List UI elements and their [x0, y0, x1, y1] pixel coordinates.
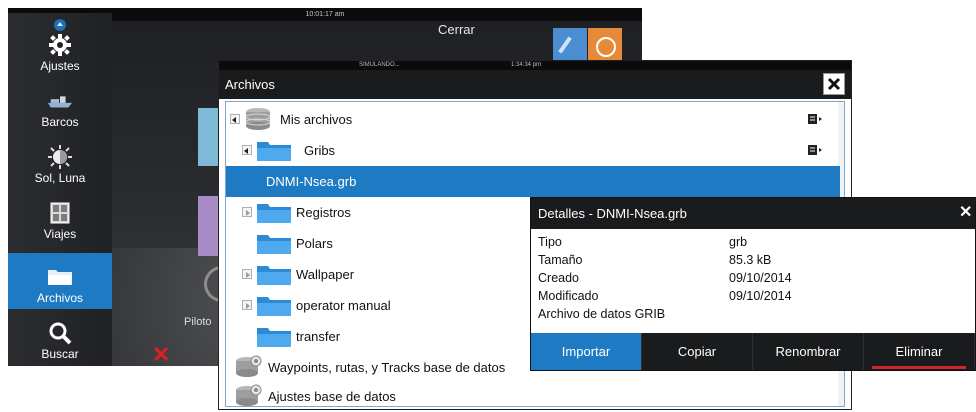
tree-row-mis-archivos[interactable]: Mis archivos	[226, 104, 840, 135]
tree-row-label: Registros	[296, 205, 351, 220]
sidebar-item-label: Ajustes	[40, 59, 80, 73]
sidebar-item-buscar[interactable]: Buscar	[8, 309, 112, 365]
folder-icon	[47, 265, 73, 289]
gear-icon	[47, 33, 73, 57]
sidebar-item-label: Sol, Luna	[34, 171, 86, 185]
close-button[interactable]	[823, 73, 845, 95]
tree-row-label: Waypoints, rutas, y Tracks base de datos	[268, 360, 506, 375]
detail-label-modificado: Modificado	[538, 289, 599, 303]
simulation-status: SIMULANDO...	[359, 62, 400, 68]
trips-icon	[47, 201, 73, 225]
boats-icon	[47, 89, 73, 113]
tree-row-label: Polars	[296, 236, 333, 251]
status-clock: 1:34:34 pm	[511, 62, 542, 68]
tree-row-label: Wallpaper	[296, 267, 355, 282]
sidebar-item-label: Archivos	[36, 291, 83, 305]
copy-button[interactable]: Copiar	[642, 333, 753, 370]
details-popup: Detalles - DNMI-Nsea.grb ✕ Tipo grb Tama…	[530, 197, 976, 371]
delete-button[interactable]: Eliminar	[864, 333, 975, 370]
detail-value-modificado: 09/10/2014	[729, 289, 792, 303]
sidebar-item-viajes[interactable]: Viajes	[8, 189, 112, 245]
sidebar-item-ajustes[interactable]: Ajustes	[8, 21, 112, 77]
detail-value-creado: 09/10/2014	[729, 271, 792, 285]
sidebar-item-barcos[interactable]: Barcos	[8, 77, 112, 133]
detail-value-tamano: 85.3 kB	[729, 253, 772, 267]
folder-icon	[257, 297, 291, 316]
tree-row-label: Mis archivos	[280, 112, 353, 127]
folder-icon	[257, 328, 291, 347]
folder-icon	[257, 266, 291, 285]
background-app-tiles	[553, 28, 623, 64]
sidebar-item-label: Buscar	[41, 347, 79, 361]
sidebar-item-label: Barcos	[41, 115, 79, 129]
folder-icon	[257, 142, 291, 161]
tree-row-label: transfer	[296, 329, 341, 344]
close-icon[interactable]: ✕	[959, 204, 975, 222]
search-icon	[47, 321, 73, 345]
tree-row-label: DNMI-Nsea.grb	[266, 174, 357, 189]
collapse-arrow-icon[interactable]	[242, 145, 252, 155]
tree-row-label: Gribs	[304, 143, 336, 158]
detail-label-tamano: Tamaño	[538, 253, 583, 267]
context-menu-icon[interactable]	[808, 144, 822, 156]
expand-arrow-icon[interactable]	[242, 269, 252, 279]
expand-arrow-icon[interactable]	[242, 300, 252, 310]
autopilot-label: Piloto	[184, 316, 212, 328]
detail-value-tipo: grb	[729, 235, 748, 249]
app-tile-icon[interactable]	[588, 28, 622, 64]
import-button[interactable]: Importar	[531, 333, 642, 370]
tree-row-label: operator manual	[296, 298, 391, 313]
detail-label-creado: Creado	[538, 271, 579, 285]
background-close-button[interactable]: Cerrar	[438, 22, 475, 37]
sidebar-item-sol-luna[interactable]: Sol, Luna	[8, 133, 112, 189]
database-gear-icon	[236, 355, 262, 377]
detail-label-tipo: Tipo	[538, 235, 562, 249]
sidebar-item-archivos[interactable]: Archivos	[8, 253, 112, 309]
rename-button[interactable]: Renombrar	[753, 333, 864, 370]
app-tile-icon[interactable]	[553, 28, 587, 64]
sidebar: Ajustes Barcos Sol, Luna Viajes Archivos…	[8, 13, 112, 366]
tree-row-dnmi-nsea-grb[interactable]: DNMI-Nsea.grb	[226, 166, 840, 197]
folder-icon	[257, 204, 291, 223]
context-menu-icon[interactable]	[808, 113, 822, 125]
disconnected-x-icon: ✕	[152, 342, 171, 366]
tree-row-settings-db[interactable]: Ajustes base de datos	[226, 381, 840, 412]
sun-moon-icon	[47, 145, 73, 169]
database-icon	[245, 108, 271, 130]
folder-icon	[257, 235, 291, 254]
tree-row-gribs[interactable]: Gribs	[226, 135, 840, 166]
tree-row-label: Ajustes base de datos	[268, 389, 396, 404]
details-title: Detalles - DNMI-Nsea.grb	[531, 198, 975, 229]
collapse-arrow-icon[interactable]	[230, 114, 240, 124]
dialog-title: Archivos	[219, 70, 851, 99]
close-icon	[827, 77, 841, 91]
details-button-bar: Importar Copiar Renombrar Eliminar	[531, 333, 975, 370]
status-bar: SIMULANDO... 1:34:34 pm	[219, 61, 851, 70]
detail-file-description: Archivo de datos GRIB	[538, 307, 666, 321]
sidebar-item-label: Viajes	[43, 227, 77, 241]
database-gear-icon	[236, 384, 262, 406]
expand-arrow-icon[interactable]	[242, 207, 252, 217]
